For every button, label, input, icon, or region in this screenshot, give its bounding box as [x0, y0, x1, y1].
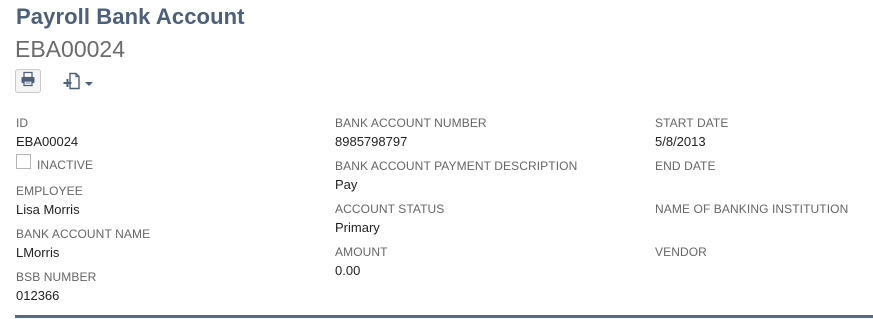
inactive-checkbox[interactable] — [16, 154, 31, 169]
field-start-date: START DATE 5/8/2013 — [655, 116, 728, 150]
print-button[interactable] — [15, 69, 41, 93]
field-bank-account-number: BANK ACCOUNT NUMBER 8985798797 — [335, 116, 487, 150]
field-id: ID EBA00024 — [16, 116, 78, 150]
inactive-label: INACTIVE — [37, 158, 94, 172]
field-value: 8985798797 — [335, 134, 408, 149]
field-value: Lisa Morris — [16, 202, 80, 217]
field-value: LMorris — [16, 245, 60, 260]
field-label: BSB NUMBER — [16, 270, 97, 284]
field-label: EMPLOYEE — [16, 184, 83, 198]
field-label: VENDOR — [655, 245, 707, 259]
record-id-heading: EBA00024 — [15, 36, 125, 62]
new-document-icon — [62, 71, 82, 96]
field-bank-account-name: BANK ACCOUNT NAME LMorris — [16, 227, 150, 261]
printer-icon — [20, 71, 36, 92]
field-label: NAME OF BANKING INSTITUTION — [655, 202, 849, 216]
field-vendor: VENDOR — [655, 245, 707, 262]
field-inactive: INACTIVE — [16, 154, 94, 172]
field-employee: EMPLOYEE Lisa Morris — [16, 184, 83, 218]
field-label: ID — [16, 116, 29, 130]
field-label: BANK ACCOUNT NUMBER — [335, 116, 487, 130]
field-value: Pay — [335, 177, 358, 192]
field-payment-description: BANK ACCOUNT PAYMENT DESCRIPTION Pay — [335, 159, 577, 193]
field-value: 012366 — [16, 288, 60, 303]
section-divider — [15, 315, 873, 318]
chevron-down-icon — [85, 81, 93, 86]
field-account-status: ACCOUNT STATUS Primary — [335, 202, 444, 236]
field-value: 0.00 — [335, 263, 361, 278]
field-label: BANK ACCOUNT PAYMENT DESCRIPTION — [335, 159, 578, 173]
page-title: Payroll Bank Account — [16, 4, 245, 29]
field-label: AMOUNT — [335, 245, 388, 259]
field-value: EBA00024 — [16, 134, 79, 149]
field-value: 5/8/2013 — [655, 134, 706, 149]
new-record-menu-button[interactable] — [62, 72, 100, 94]
field-label: BANK ACCOUNT NAME — [16, 227, 151, 241]
field-bsb-number: BSB NUMBER 012366 — [16, 270, 96, 304]
field-label: START DATE — [655, 116, 729, 130]
field-banking-institution: NAME OF BANKING INSTITUTION — [655, 202, 848, 219]
field-value: Primary — [335, 220, 380, 235]
field-label: END DATE — [655, 159, 716, 173]
field-amount: AMOUNT 0.00 — [335, 245, 388, 279]
field-end-date: END DATE — [655, 159, 716, 176]
field-label: ACCOUNT STATUS — [335, 202, 445, 216]
